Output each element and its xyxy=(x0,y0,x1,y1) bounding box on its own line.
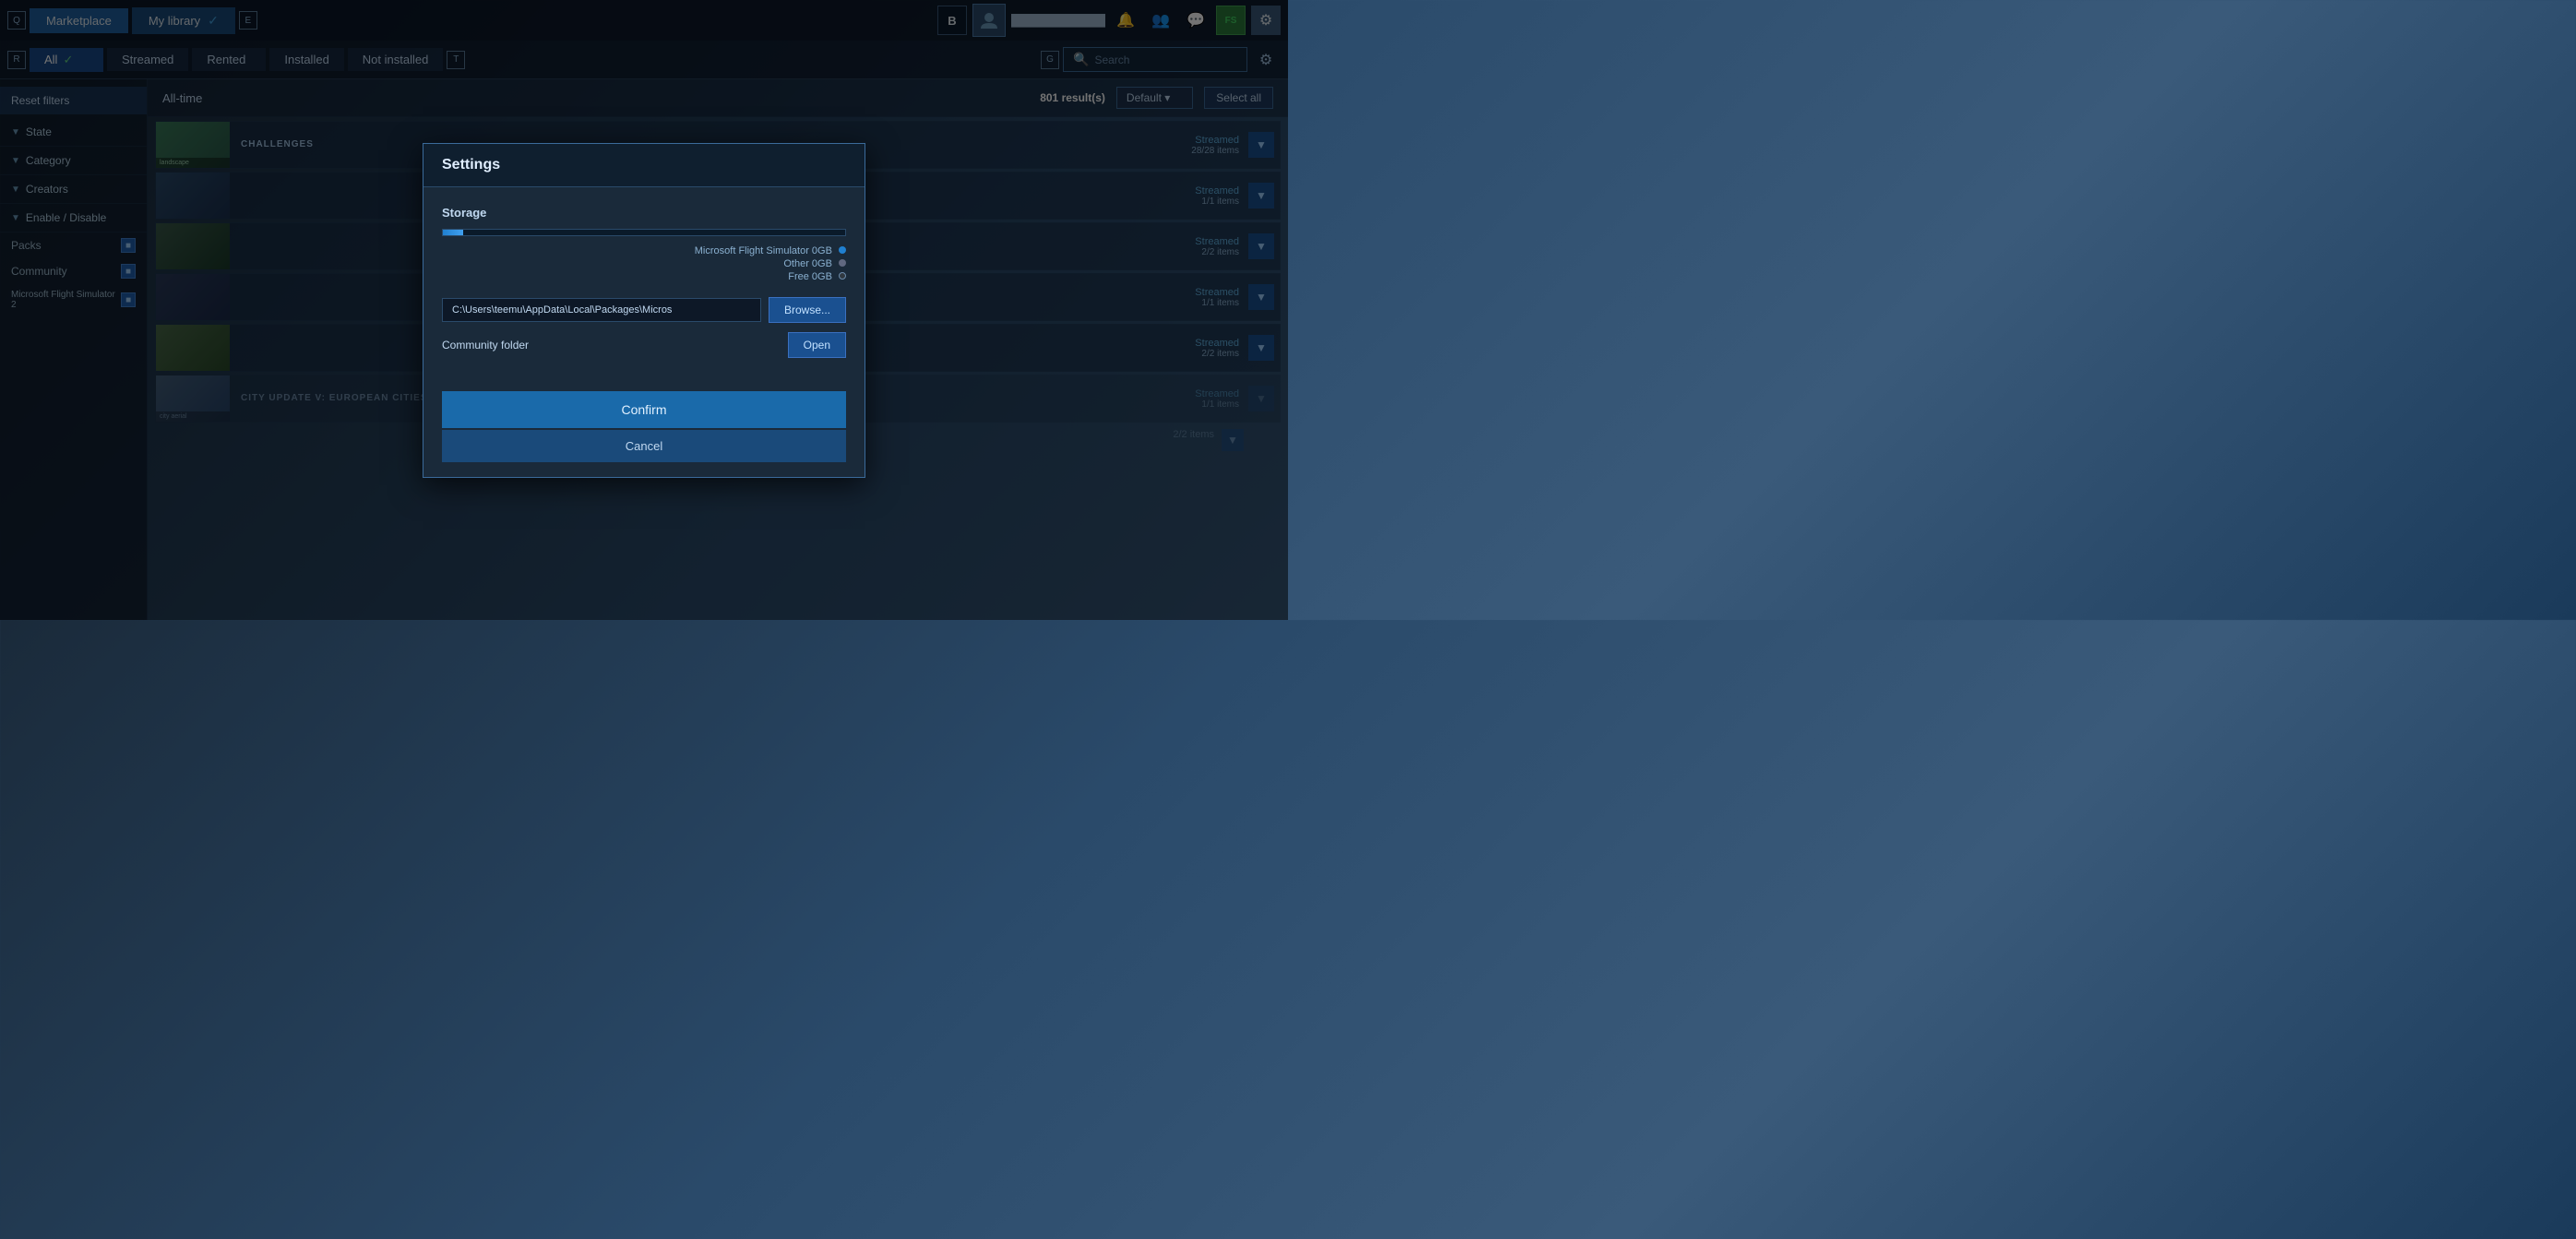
ms-fs-dot xyxy=(839,246,846,254)
modal-body: Storage Microsoft Flight Simulator 0GB O… xyxy=(423,187,865,391)
free-storage: Free 0GB xyxy=(788,271,846,282)
other-storage: Other 0GB xyxy=(783,258,846,269)
storage-bar xyxy=(442,229,846,236)
modal-overlay: Settings Storage Microsoft Flight Simula… xyxy=(0,0,1288,620)
open-button[interactable]: Open xyxy=(788,332,846,358)
storage-info: Microsoft Flight Simulator 0GB Other 0GB… xyxy=(442,245,846,282)
free-dot xyxy=(839,272,846,280)
storage-section: Storage Microsoft Flight Simulator 0GB O… xyxy=(442,206,846,282)
storage-label: Storage xyxy=(442,206,846,220)
community-folder-row: Community folder Open xyxy=(442,332,846,358)
path-input[interactable] xyxy=(442,298,761,322)
modal-footer: Confirm Cancel xyxy=(423,391,865,477)
storage-bar-fill xyxy=(443,230,463,235)
settings-modal: Settings Storage Microsoft Flight Simula… xyxy=(423,143,865,478)
path-row: Browse... xyxy=(442,297,846,323)
browse-button[interactable]: Browse... xyxy=(769,297,846,323)
community-folder-label: Community folder xyxy=(442,339,781,351)
confirm-button[interactable]: Confirm xyxy=(442,391,846,428)
cancel-button[interactable]: Cancel xyxy=(442,430,846,462)
other-dot xyxy=(839,259,846,267)
ms-fs-storage: Microsoft Flight Simulator 0GB xyxy=(695,245,846,256)
modal-title: Settings xyxy=(423,144,865,187)
